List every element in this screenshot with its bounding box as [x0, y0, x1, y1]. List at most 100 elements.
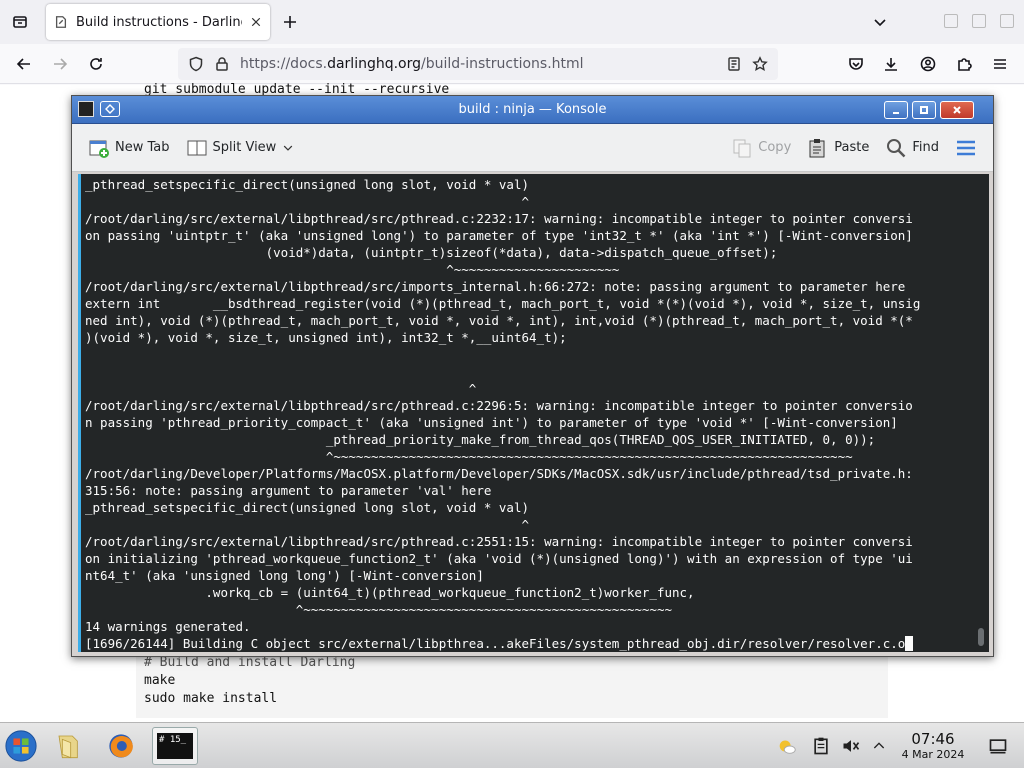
- clock-date: 4 Mar 2024: [901, 748, 965, 761]
- maximize-icon: [920, 106, 928, 114]
- copy-label: Copy: [758, 140, 792, 155]
- close-window-icon[interactable]: [1000, 14, 1014, 28]
- terminal-line: )(void *), void *, size_t, unsigned int)…: [85, 330, 567, 345]
- file-manager-button[interactable]: [50, 727, 88, 765]
- terminal-line: _pthread_priority_make_from_thread_qos(T…: [85, 432, 876, 447]
- weather-applet[interactable]: [772, 727, 802, 765]
- konsole-window: build : ninja — Konsole New Tab Split Vi…: [71, 95, 994, 657]
- app-menu-button[interactable]: [984, 48, 1016, 80]
- tab-title: Build instructions - Darling: [76, 14, 242, 30]
- puzzle-icon: [958, 58, 972, 71]
- start-menu-button[interactable]: [2, 727, 40, 765]
- maximize-button[interactable]: [912, 101, 936, 119]
- terminal-line: extern int __bsdthread_register(void (*)…: [85, 296, 921, 311]
- find-label: Find: [912, 140, 939, 155]
- terminal-line: ^: [85, 194, 530, 209]
- terminal-line: /root/darling/src/external/libpthread/sr…: [85, 279, 906, 294]
- terminal-line: /root/darling/src/external/libpthread/sr…: [85, 211, 913, 226]
- new-tab-button[interactable]: New Tab: [82, 133, 176, 163]
- paste-button[interactable]: Paste: [801, 133, 875, 163]
- reload-button[interactable]: [80, 48, 112, 80]
- weather-sun-cloud-icon: [779, 740, 796, 754]
- search-icon: [887, 138, 906, 157]
- terminal-line: _pthread_setspecific_direct(unsigned lon…: [85, 500, 530, 515]
- firefox-icon: [109, 734, 133, 758]
- hamburger-menu-icon: [994, 59, 1006, 69]
- terminal-line: n passing 'pthread_priority_compact_t' (…: [85, 415, 898, 430]
- copy-button[interactable]: Copy: [725, 133, 797, 163]
- konsole-toolbar: New Tab Split View Copy Paste Find: [72, 124, 993, 172]
- arrow-left-icon: [16, 58, 30, 70]
- terminal-scrollbar[interactable]: [978, 628, 984, 646]
- terminal-line: 14 warnings generated.: [85, 619, 251, 634]
- find-button[interactable]: Find: [879, 133, 945, 163]
- pocket-icon: [849, 58, 863, 70]
- clipboard-applet[interactable]: [806, 727, 836, 765]
- browser-tab-strip: Build instructions - Darling: [0, 0, 1024, 44]
- terminal-line: on passing 'uintptr_t' (aka 'unsigned lo…: [85, 228, 913, 243]
- arrow-right-icon: [54, 58, 68, 70]
- copy-icon: [733, 139, 751, 157]
- volume-muted-icon: [843, 740, 860, 752]
- terminal-output[interactable]: _pthread_setspecific_direct(unsigned lon…: [78, 174, 989, 652]
- new-tab-button[interactable]: [274, 6, 306, 38]
- volume-applet[interactable]: [836, 727, 866, 765]
- shield-icon[interactable]: [188, 56, 204, 72]
- konsole-menu-button[interactable]: [949, 133, 983, 163]
- forward-button[interactable]: [44, 48, 76, 80]
- account-button[interactable]: [912, 48, 944, 80]
- terminal-icon: # 15_: [157, 733, 193, 759]
- terminal-line: (void*)data, (uintptr_t)sizeof(*data), d…: [85, 245, 778, 260]
- clock[interactable]: 07:46 4 Mar 2024: [893, 730, 973, 762]
- list-tabs-button[interactable]: [864, 6, 896, 38]
- minimize-icon: [893, 112, 899, 114]
- url-text[interactable]: https://docs.darlinghq.org/build-instruc…: [240, 56, 716, 72]
- split-view-button[interactable]: Split View: [180, 133, 302, 163]
- downloads-button[interactable]: [875, 48, 907, 80]
- show-desktop-button[interactable]: [982, 727, 1014, 765]
- konsole-title-bar[interactable]: build : ninja — Konsole: [72, 96, 993, 124]
- terminal-line: ^: [85, 517, 530, 532]
- folder-icon: [58, 735, 78, 759]
- hamburger-menu-icon: [957, 140, 975, 155]
- show-hidden-icons-button[interactable]: [864, 727, 894, 765]
- close-button[interactable]: [940, 101, 974, 119]
- url-bar[interactable]: https://docs.darlinghq.org/build-instruc…: [178, 48, 778, 80]
- terminal-line: _pthread_setspecific_direct(unsigned lon…: [85, 177, 530, 192]
- terminal-current-line: [1696/26144] Building C object src/exter…: [85, 635, 985, 652]
- terminal-line: /root/darling/src/external/libpthread/sr…: [85, 534, 913, 549]
- extensions-button[interactable]: [948, 48, 980, 80]
- lock-icon[interactable]: [214, 56, 230, 72]
- terminal-line: nt64_t' (aka 'unsigned long long') [-Win…: [85, 568, 484, 583]
- terminal-line: ^~~~~~~~~~~~~~~~~~~~~~~~~~~~~~~~~~~~~~~~…: [85, 449, 853, 464]
- terminal-line: /root/darling/src/external/libpthread/sr…: [85, 398, 913, 413]
- code-block: # Build and install Darling make sudo ma…: [136, 652, 888, 718]
- konsole-taskbar-button[interactable]: # 15_: [152, 727, 198, 765]
- browser-tab[interactable]: Build instructions - Darling: [46, 4, 270, 40]
- new-tab-icon: [89, 140, 109, 158]
- bookmark-star-icon[interactable]: [752, 56, 768, 72]
- code-line-install: sudo make install: [144, 691, 278, 706]
- plus-icon: [284, 16, 296, 28]
- terminal-line: ^~~~~~~~~~~~~~~~~~~~~~~~~~~~~~~~~~~~~~~~…: [85, 602, 672, 617]
- terminal-line: .workq_cb = (uint64_t)(pthread_workqueue…: [85, 585, 695, 600]
- clock-time: 07:46: [911, 730, 955, 748]
- firefox-view-button[interactable]: [4, 6, 36, 38]
- back-button[interactable]: [8, 48, 40, 80]
- minimize-window-icon[interactable]: [944, 14, 958, 28]
- taskbar: # 15_: [0, 722, 1024, 768]
- reader-view-icon[interactable]: [726, 56, 742, 72]
- terminal-line: on initializing 'pthread_workqueue_funct…: [85, 551, 913, 566]
- desktop-icon: [989, 739, 1007, 754]
- chevron-up-icon: [873, 742, 885, 749]
- pocket-button[interactable]: [840, 48, 872, 80]
- maximize-window-icon[interactable]: [972, 14, 986, 28]
- close-icon[interactable]: [250, 16, 262, 28]
- start-orb-icon: [5, 730, 37, 762]
- firefox-taskbar-button[interactable]: [102, 727, 140, 765]
- minimize-button[interactable]: [884, 101, 908, 119]
- konsole-window-title: build : ninja — Konsole: [458, 102, 607, 117]
- page-icon: [55, 16, 67, 28]
- terminal-line: ^: [85, 381, 477, 396]
